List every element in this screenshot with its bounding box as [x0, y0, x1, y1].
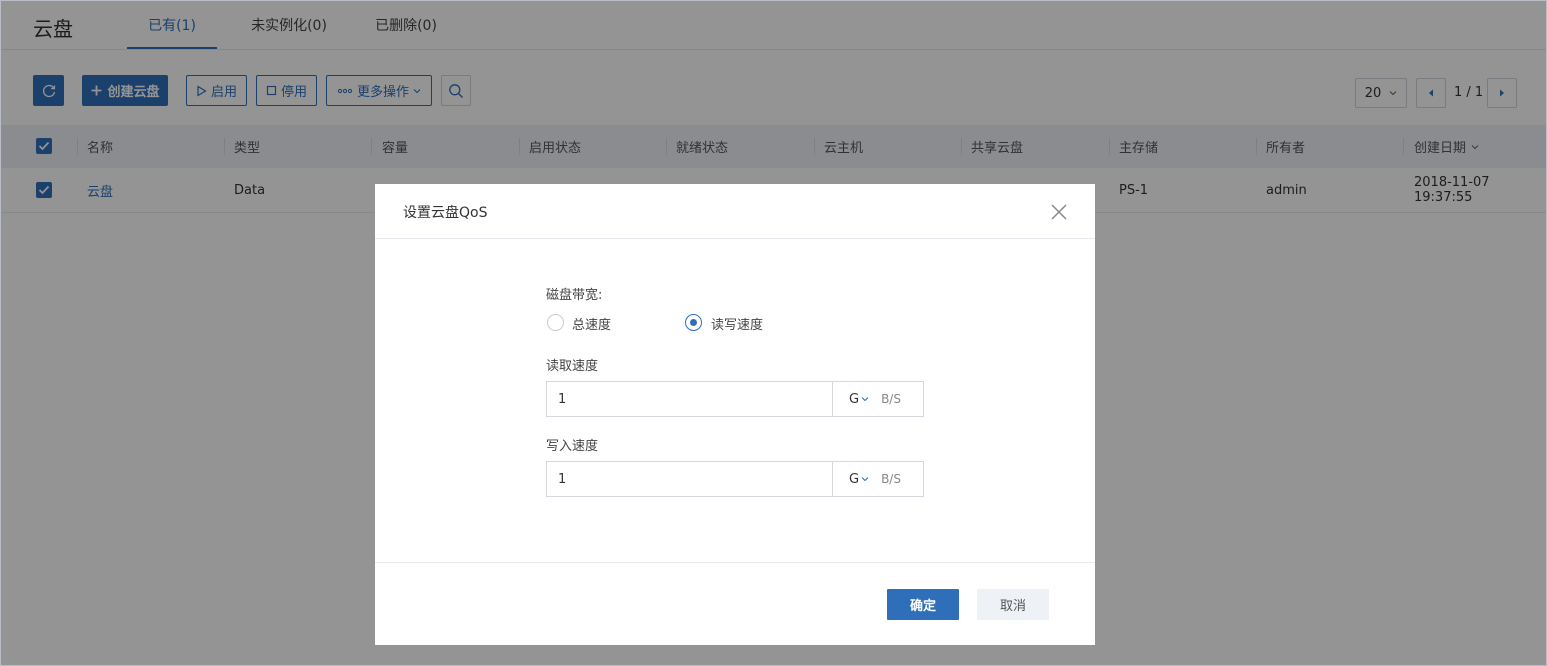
dialog-footer-divider	[375, 562, 1095, 563]
radio-rw-speed[interactable]	[685, 314, 702, 331]
dialog-header: 设置云盘QoS	[375, 184, 1095, 239]
chevron-down-icon	[861, 397, 869, 402]
app-window: 云盘 已有(1) 未实例化(0) 已删除(0) 创建云盘 启用 停用 更多操作 …	[0, 0, 1547, 666]
radio-rw-speed-label[interactable]: 读写速度	[711, 314, 763, 333]
dialog-title: 设置云盘QoS	[403, 205, 488, 221]
read-unit-select[interactable]: G	[849, 392, 869, 407]
read-speed-label: 读取速度	[546, 359, 599, 374]
write-speed-label: 写入速度	[546, 439, 599, 454]
write-speed-field: G B/S	[546, 461, 924, 497]
confirm-button[interactable]: 确定	[887, 589, 959, 620]
write-speed-input[interactable]	[547, 462, 832, 496]
chevron-down-icon	[861, 477, 869, 482]
read-speed-input[interactable]	[547, 382, 832, 416]
cancel-button[interactable]: 取消	[977, 589, 1049, 620]
read-speed-field: G B/S	[546, 381, 924, 417]
bandwidth-label: 磁盘带宽:	[546, 288, 603, 303]
write-unit-select[interactable]: G	[849, 472, 869, 487]
write-unit-group: G B/S	[832, 462, 923, 496]
read-unit-value: G	[849, 391, 860, 407]
radio-total-speed[interactable]	[547, 314, 564, 331]
close-icon[interactable]	[1050, 203, 1068, 221]
read-unit-suffix: B/S	[881, 392, 901, 406]
radio-total-speed-label[interactable]: 总速度	[572, 314, 611, 333]
read-unit-group: G B/S	[832, 382, 923, 416]
write-unit-suffix: B/S	[881, 472, 901, 486]
qos-dialog: 设置云盘QoS 磁盘带宽: 总速度 读写速度 读取速度 G B/S 写	[375, 184, 1095, 645]
write-unit-value: G	[849, 471, 860, 487]
